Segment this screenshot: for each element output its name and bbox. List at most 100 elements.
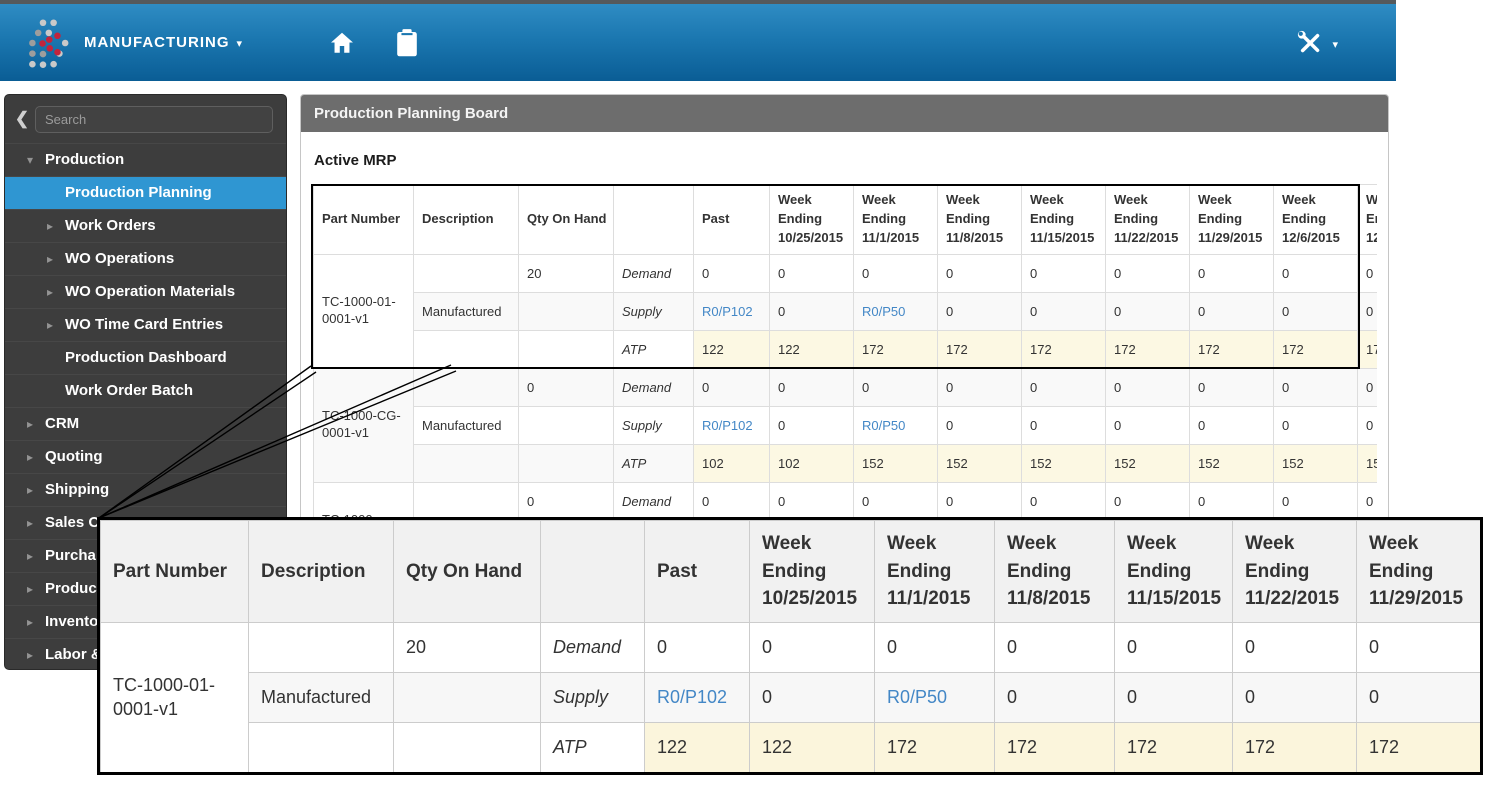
row-type-label: Demand bbox=[614, 482, 694, 520]
sidebar-item-label: Production bbox=[45, 144, 124, 176]
panel-title: Production Planning Board bbox=[301, 95, 1388, 132]
supply-order-link[interactable]: R0/P50 bbox=[887, 687, 947, 707]
value-cell: R0/P102 bbox=[694, 292, 770, 330]
home-icon bbox=[328, 29, 356, 57]
caret-down-icon bbox=[27, 144, 45, 176]
sidebar-item-quoting[interactable]: Quoting bbox=[5, 440, 286, 473]
caret-right-icon bbox=[47, 243, 65, 275]
value-cell: 0 bbox=[1190, 254, 1274, 292]
sidebar-item-label: Production Dashboard bbox=[65, 342, 227, 374]
sidebar-item-work-orders[interactable]: Work Orders bbox=[5, 209, 286, 242]
part-number-cell: TC-1000-01-0001-v1 bbox=[101, 623, 249, 773]
column-header: Week Ending 11/29/2015 bbox=[1357, 521, 1481, 623]
brand-menu[interactable]: MANUFACTURING ▾ bbox=[0, 15, 242, 71]
value-cell: 172 bbox=[1274, 330, 1358, 368]
caret-right-icon bbox=[27, 639, 45, 670]
description-cell bbox=[414, 482, 519, 520]
value-cell: 0 bbox=[750, 623, 875, 673]
mrp-row: ATP122122172172172172172 bbox=[101, 723, 1481, 773]
caret-right-icon bbox=[47, 276, 65, 308]
top-navbar: MANUFACTURING ▾ ▾ bbox=[0, 0, 1396, 81]
sidebar-item-wo-operation-materials[interactable]: WO Operation Materials bbox=[5, 275, 286, 308]
value-cell: 172 bbox=[1190, 330, 1274, 368]
caret-right-icon bbox=[47, 309, 65, 341]
qty-on-hand-cell bbox=[394, 673, 541, 723]
clipboard-button[interactable] bbox=[394, 28, 420, 58]
value-cell: 0 bbox=[1357, 673, 1481, 723]
value-cell: 0 bbox=[1115, 673, 1233, 723]
column-header: Week Ending 12/6/2015 bbox=[1274, 185, 1358, 255]
brand-label: MANUFACTURING bbox=[84, 34, 230, 51]
value-cell: 0 bbox=[854, 368, 938, 406]
value-cell: 0 bbox=[1022, 254, 1106, 292]
column-header bbox=[541, 521, 645, 623]
caret-right-icon bbox=[47, 210, 65, 242]
value-cell: 0 bbox=[750, 673, 875, 723]
value-cell: 172 bbox=[1115, 723, 1233, 773]
sidebar-item-production-planning[interactable]: Production Planning bbox=[5, 176, 286, 209]
value-cell: 0 bbox=[938, 368, 1022, 406]
description-cell: Manufactured bbox=[414, 406, 519, 444]
sidebar-item-wo-operations[interactable]: WO Operations bbox=[5, 242, 286, 275]
column-header: Past bbox=[694, 185, 770, 255]
sidebar-item-production[interactable]: Production bbox=[5, 143, 286, 176]
value-cell: 0 bbox=[1190, 368, 1274, 406]
description-cell: Manufactured bbox=[414, 292, 519, 330]
value-cell: 0 bbox=[770, 254, 854, 292]
sidebar-item-label: Work Order Batch bbox=[65, 375, 193, 407]
description-cell bbox=[414, 330, 519, 368]
sidebar-item-label: CRM bbox=[45, 408, 79, 440]
value-cell: 0 bbox=[854, 482, 938, 520]
value-cell: R0/P102 bbox=[645, 673, 750, 723]
sidebar-item-shipping[interactable]: Shipping bbox=[5, 473, 286, 506]
value-cell: 0 bbox=[938, 254, 1022, 292]
value-cell: 0 bbox=[854, 254, 938, 292]
search-input[interactable] bbox=[35, 106, 273, 133]
value-cell: 0 bbox=[645, 623, 750, 673]
column-header: Past bbox=[645, 521, 750, 623]
value-cell: 122 bbox=[645, 723, 750, 773]
row-type-label: ATP bbox=[541, 723, 645, 773]
sidebar-item-work-order-batch[interactable]: Work Order Batch bbox=[5, 374, 286, 407]
supply-order-link[interactable]: R0/P102 bbox=[702, 418, 753, 433]
panel-body: Active MRP Part NumberDescriptionQty On … bbox=[301, 152, 1388, 559]
value-cell: 152 bbox=[938, 444, 1022, 482]
sidebar-collapse-button[interactable]: ❮ bbox=[9, 109, 35, 129]
row-type-label: Supply bbox=[614, 292, 694, 330]
column-header bbox=[614, 185, 694, 255]
row-type-label: Demand bbox=[541, 623, 645, 673]
value-cell: 0 bbox=[694, 482, 770, 520]
value-cell: 152 bbox=[1274, 444, 1358, 482]
value-cell: 0 bbox=[1190, 292, 1274, 330]
row-type-label: Supply bbox=[541, 673, 645, 723]
qty-on-hand-cell bbox=[519, 330, 614, 368]
sidebar-item-wo-time-card-entries[interactable]: WO Time Card Entries bbox=[5, 308, 286, 341]
value-cell: 0 bbox=[1106, 368, 1190, 406]
caret-right-icon bbox=[27, 408, 45, 440]
column-header: Week Ending 11/1/2015 bbox=[875, 521, 995, 623]
sidebar-item-crm[interactable]: CRM bbox=[5, 407, 286, 440]
value-cell: 122 bbox=[770, 330, 854, 368]
value-cell: 0 bbox=[770, 292, 854, 330]
supply-order-link[interactable]: R0/P102 bbox=[657, 687, 727, 707]
qty-on-hand-cell: 20 bbox=[394, 623, 541, 673]
part-number-cell: TC-1000-CG-0001-v1 bbox=[314, 368, 414, 482]
sidebar-item-label: Shipping bbox=[45, 474, 109, 506]
supply-order-link[interactable]: R0/P50 bbox=[862, 304, 905, 319]
value-cell: 172 bbox=[854, 330, 938, 368]
tools-icon bbox=[1295, 28, 1325, 58]
sidebar-item-production-dashboard[interactable]: Production Dashboard bbox=[5, 341, 286, 374]
value-cell: 0 bbox=[1274, 254, 1358, 292]
column-header: Part Number bbox=[101, 521, 249, 623]
value-cell: R0/P50 bbox=[854, 406, 938, 444]
supply-order-link[interactable]: R0/P50 bbox=[862, 418, 905, 433]
value-cell: 172 bbox=[938, 330, 1022, 368]
row-type-label: Supply bbox=[614, 406, 694, 444]
sidebar-item-label: WO Time Card Entries bbox=[65, 309, 223, 341]
home-button[interactable] bbox=[328, 29, 356, 57]
tools-menu-button[interactable]: ▾ bbox=[1295, 28, 1338, 58]
column-header: Week Ending 11/15/2015 bbox=[1022, 185, 1106, 255]
supply-order-link[interactable]: R0/P102 bbox=[702, 304, 753, 319]
value-cell: 0 bbox=[1358, 368, 1378, 406]
value-cell: 172 bbox=[1358, 330, 1378, 368]
